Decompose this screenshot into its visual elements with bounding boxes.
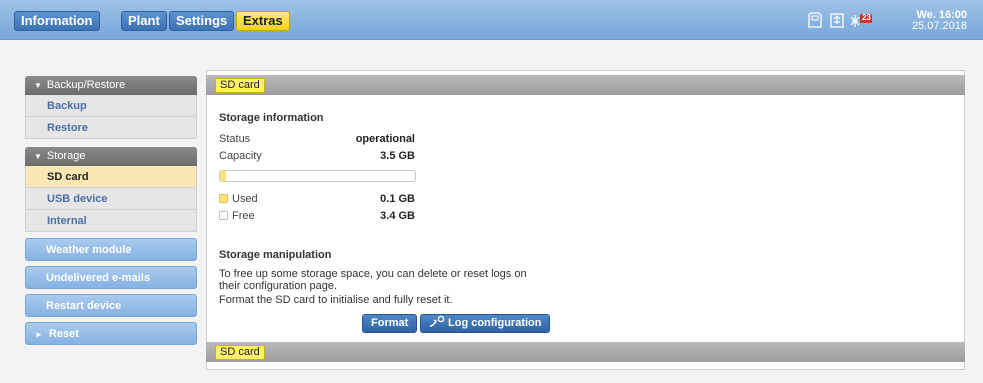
sidebar-group-title: Backup/Restore bbox=[46, 79, 126, 91]
clock-date: 25.07.2018 bbox=[911, 20, 967, 32]
log-configuration-button[interactable]: Log configuration bbox=[420, 314, 551, 333]
storage-usage-fill bbox=[220, 171, 226, 181]
status-value: operational bbox=[355, 133, 415, 145]
capacity-label: Capacity bbox=[219, 150, 262, 162]
tab-settings[interactable]: Settings bbox=[169, 11, 235, 31]
sidebar-item-restore[interactable]: Restore bbox=[25, 117, 197, 139]
weather-module-button[interactable]: Weather module bbox=[25, 238, 197, 261]
sidebar-item-backup[interactable]: Backup bbox=[25, 95, 197, 117]
expand-arrow-icon: ► bbox=[35, 330, 43, 339]
free-swatch bbox=[219, 211, 228, 220]
reset-button[interactable]: ► Reset bbox=[25, 322, 197, 345]
free-value: 3.4 GB bbox=[380, 210, 415, 222]
used-label: Used bbox=[232, 193, 258, 205]
notification-badge: 23 bbox=[862, 13, 871, 22]
capacity-value: 3.5 GB bbox=[380, 150, 415, 162]
format-button[interactable]: Format bbox=[362, 314, 418, 333]
sidebar-item-usb-device[interactable]: USB device bbox=[25, 188, 197, 210]
storage-information-title: Storage information bbox=[219, 112, 324, 124]
manipulation-description: To free up some storage space, you can d… bbox=[219, 268, 527, 292]
sidebar-group-storage[interactable]: ▼ Storage bbox=[25, 147, 197, 166]
restart-device-button[interactable]: Restart device bbox=[25, 294, 197, 317]
clock: We. 16:00 25.07.2018 bbox=[912, 10, 967, 32]
tab-plant[interactable]: Plant bbox=[121, 11, 167, 31]
reset-label: Reset bbox=[48, 328, 79, 340]
sd-card-icon[interactable] bbox=[808, 12, 822, 30]
tab-information[interactable]: Information bbox=[14, 11, 100, 31]
log-config-icon bbox=[429, 315, 445, 327]
undelivered-emails-button[interactable]: Undelivered e-mails bbox=[25, 266, 197, 289]
tab-extras[interactable]: Extras bbox=[236, 11, 290, 31]
panel-footer-bar: SD card bbox=[206, 342, 965, 362]
expand-triangle-icon: ▼ bbox=[34, 81, 42, 90]
log-configuration-label: Log configuration bbox=[448, 317, 542, 329]
used-swatch bbox=[219, 194, 228, 203]
panel-footer-crumb: SD card bbox=[215, 345, 265, 360]
status-label: Status bbox=[219, 133, 251, 145]
panel-header-bar: SD card bbox=[206, 75, 965, 95]
storage-manipulation-title: Storage manipulation bbox=[219, 249, 332, 261]
free-label: Free bbox=[232, 210, 255, 222]
expand-triangle-icon: ▼ bbox=[34, 152, 42, 161]
usb-device-icon[interactable] bbox=[829, 12, 845, 30]
sidebar-group-backup-restore[interactable]: ▼ Backup/Restore bbox=[25, 76, 197, 95]
panel-title-crumb: SD card bbox=[215, 78, 265, 93]
legend-used: Used bbox=[219, 193, 258, 205]
format-description: Format the SD card to initialise and ful… bbox=[219, 294, 453, 306]
storage-usage-bar bbox=[219, 170, 416, 182]
sidebar-group-title: Storage bbox=[46, 150, 86, 162]
used-value: 0.1 GB bbox=[380, 193, 415, 205]
sidebar-item-sd-card[interactable]: SD card bbox=[25, 166, 197, 188]
sidebar-item-internal[interactable]: Internal bbox=[25, 210, 197, 232]
legend-free: Free bbox=[219, 210, 255, 222]
top-navigation-bar: Information Plant Settings Extras 23 We.… bbox=[0, 0, 983, 40]
